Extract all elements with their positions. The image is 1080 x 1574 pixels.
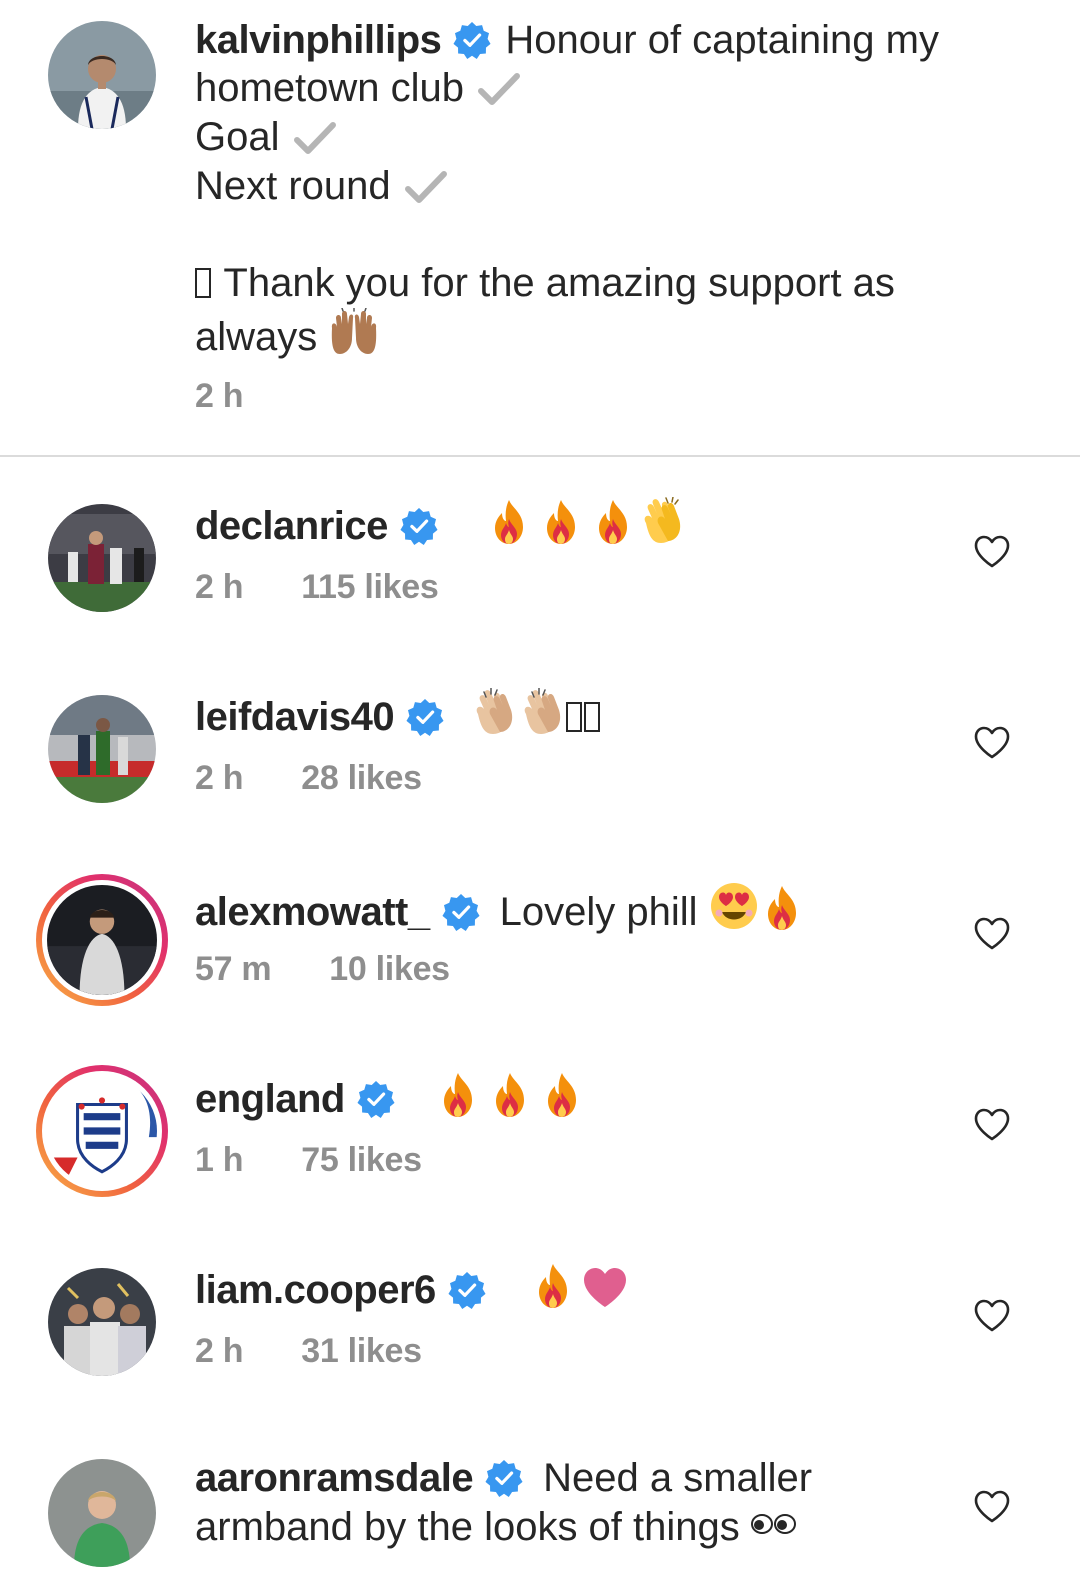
check-mark-icon [405,169,447,205]
caption-line-5: Thank you for the amazing support as [195,259,895,308]
comment-username[interactable]: alexmowatt_ [195,890,430,934]
avatar-declanrice[interactable] [48,504,156,612]
comment-line: liam.cooper6 [195,1263,628,1315]
comment-username[interactable]: declanrice [195,504,388,548]
caption-text: Thank you for the amazing support as [223,261,895,305]
unsupported-glyph-icon [584,702,601,732]
like-heart-icon[interactable] [974,535,1010,568]
comment-time: 1 h [195,1141,244,1179]
likes-count[interactable]: 10 likes [329,950,450,988]
avatar-liamcooper6[interactable] [48,1268,156,1376]
eyes-icon [751,1510,797,1538]
caption-line-6: always [195,308,380,362]
check-mark-icon [478,71,520,107]
verified-icon [400,507,438,545]
comment-line: aaronramsdale Need a smaller [195,1454,812,1503]
comment-line: england [195,1072,579,1124]
comment-line: alexmowatt_ Lovely phill [195,881,799,937]
avatar-leifdavis40[interactable] [48,695,156,803]
fire-icon [544,499,578,545]
fire-icon [493,1072,527,1118]
caption-line-3: Goal [195,113,336,162]
comment-text: Need a smaller [543,1456,813,1500]
comment-time: 2 h [195,1332,244,1370]
likes-count[interactable]: 115 likes [301,568,439,606]
fire-icon [545,1072,579,1118]
avatar-photo [48,695,156,803]
comment-meta: 1 h 75 likes [195,1141,422,1180]
caption-line-4: Next round [195,162,447,211]
avatar-kalvinphillips[interactable] [48,21,156,129]
caption-text: Honour of captaining my [505,18,939,62]
like-heart-icon[interactable] [974,1108,1010,1141]
check-mark-icon [294,120,336,156]
comment-text: Lovely phill [499,890,698,934]
comment-line: armband by the looks of things [195,1503,797,1552]
comment-time: 2 h [195,568,244,606]
likes-count[interactable]: 28 likes [301,759,422,797]
avatar-alexmowatt[interactable] [36,874,168,1006]
pink-heart-icon [582,1267,628,1309]
comment-time: 2 h [195,759,244,797]
avatar-england[interactable] [36,1065,168,1197]
likes-count[interactable]: 75 likes [301,1141,422,1179]
comment-time: 57 m [195,950,272,988]
avatar-photo [47,885,157,995]
caption-timestamp: 2 h [195,377,244,415]
comment-meta: 2 h 31 likes [195,1332,422,1371]
comment-username[interactable]: england [195,1077,345,1121]
clapping-hands-icon [470,688,518,736]
caption-text: Next round [195,164,391,208]
like-heart-icon[interactable] [974,917,1010,950]
comment-username[interactable]: liam.cooper6 [195,1268,436,1312]
raised-hands-icon [328,308,380,356]
unsupported-glyph-icon [566,702,583,732]
comment-text: armband by the looks of things [195,1505,740,1549]
verified-icon [442,893,480,931]
avatar-aaronramsdale[interactable] [48,1459,156,1567]
comment-line: leifdavis40 [195,688,602,742]
like-heart-icon[interactable] [974,726,1010,759]
caption-text: Goal [195,115,280,159]
fire-icon [596,499,630,545]
clapping-hands-icon [638,497,686,545]
verified-icon [357,1080,395,1118]
avatar-photo [48,1459,156,1567]
heart-eyes-icon [709,881,759,931]
caption-line-1: kalvinphillips Honour of captaining my [195,16,939,65]
fire-icon [492,499,526,545]
username-link[interactable]: kalvinphillips [195,18,442,62]
clapping-hands-icon [518,688,566,736]
like-heart-icon[interactable] [974,1490,1010,1523]
comment-meta: 2 h 28 likes [195,759,422,798]
divider [0,455,1080,457]
avatar-photo [48,1268,156,1376]
caption-text: always [195,315,318,359]
likes-count[interactable]: 31 likes [301,1332,422,1370]
comment-meta: 2 h 115 likes [195,568,439,607]
avatar-photo [48,21,156,129]
fire-icon [441,1072,475,1118]
verified-icon [448,1271,486,1309]
verified-icon [406,698,444,736]
verified-icon [485,1459,523,1497]
comment-line: declanrice [195,497,686,551]
comment-username[interactable]: leifdavis40 [195,695,395,739]
like-heart-icon[interactable] [974,1299,1010,1332]
fire-icon [536,1263,570,1309]
comment-meta: 57 m 10 likes [195,950,450,989]
fire-icon [765,885,799,931]
caption-line-2: hometown club [195,64,520,113]
caption-text: hometown club [195,66,465,110]
verified-icon [453,21,491,59]
england-crest-icon [47,1076,157,1186]
avatar-photo [48,504,156,612]
comment-username[interactable]: aaronramsdale [195,1456,474,1500]
unsupported-glyph-icon [195,268,211,298]
